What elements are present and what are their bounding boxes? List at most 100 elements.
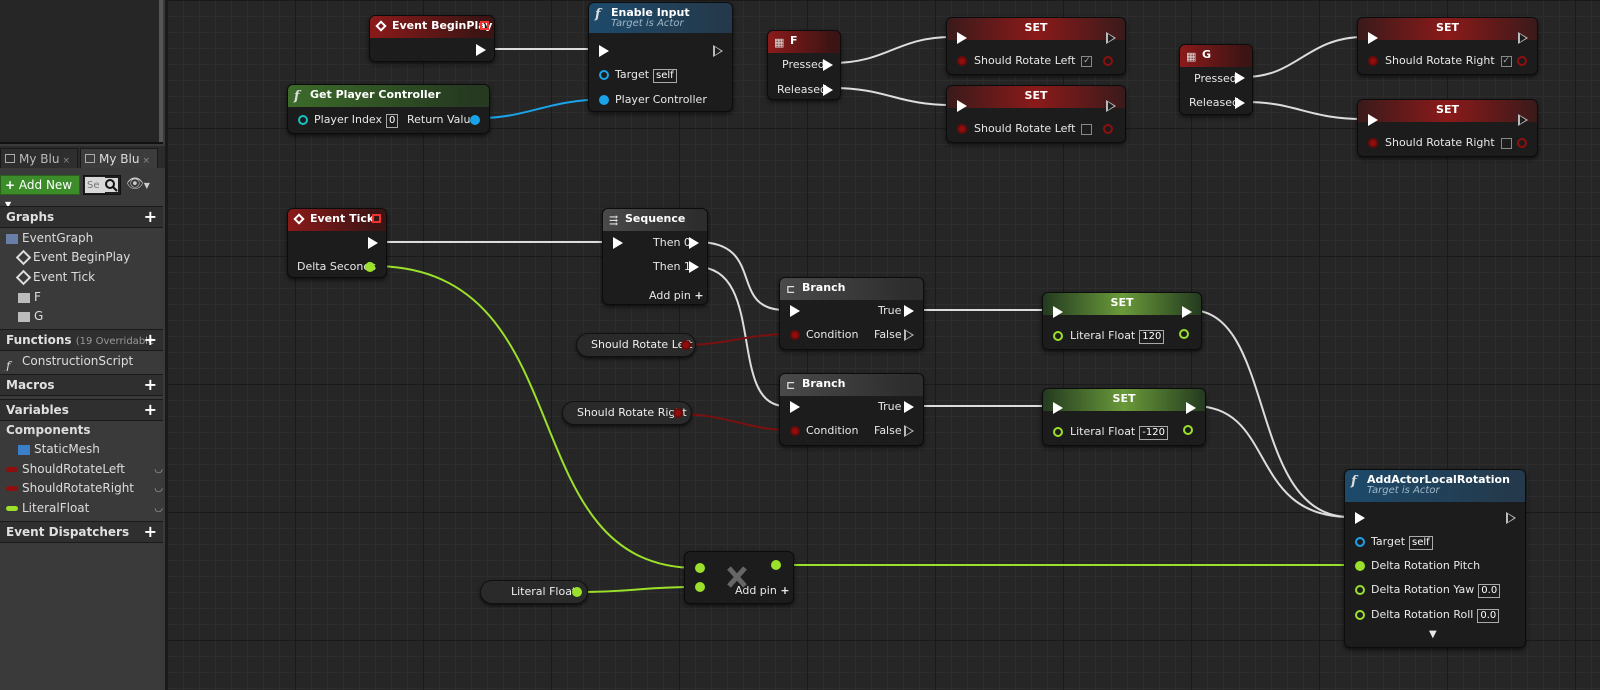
exec-out-pin[interactable] [1106,100,1116,112]
node-get-should-rotate-right[interactable]: Should Rotate Right [562,401,692,425]
exec-out-pin[interactable] [713,45,723,57]
tab-my-blueprint-2[interactable]: My Blu × [80,148,158,168]
components-category[interactable]: Components [0,421,169,440]
search-box[interactable] [83,175,121,195]
add-function-icon[interactable]: + [144,330,157,350]
exec-in-pin[interactable] [1368,32,1378,44]
exec-in-pin[interactable] [1355,512,1365,524]
exec-out-pin[interactable] [1186,402,1196,414]
graph-item-eventgraph[interactable]: EventGraph [0,229,169,248]
input-b-pin[interactable] [695,582,705,592]
then1-exec-pin[interactable] [689,261,699,273]
node-input-key-g[interactable]: ▦ G Pressed Released [1179,44,1253,115]
node-get-player-controller[interactable]: f Get Player Controller Player Index 0 Ret… [287,84,490,134]
component-item-staticmesh[interactable]: StaticMesh [0,440,181,459]
delta-seconds-pin[interactable] [365,262,375,272]
exec-in-pin[interactable] [1053,306,1063,318]
node-input-key-f[interactable]: ▦ F Pressed Released [767,30,841,100]
target-value[interactable]: self [653,69,677,83]
bool-in-pin[interactable] [957,124,967,134]
node-event-beginplay[interactable]: Event BeginPlay [369,15,495,62]
delegate-pin-icon[interactable] [372,214,381,223]
add-pin-button[interactable]: Add pin + [649,289,704,303]
graph-item-f[interactable]: F [0,288,181,307]
float-out-pin[interactable] [1179,329,1189,339]
pitch-pin[interactable] [1355,561,1365,571]
then0-exec-pin[interactable] [689,237,699,249]
player-controller-pin[interactable] [599,95,609,105]
exec-in-pin[interactable] [790,401,800,413]
node-set-should-rotate-right-false[interactable]: SET Should Rotate Right [1357,99,1538,157]
node-get-should-rotate-left[interactable]: Should Rotate Left [576,333,696,357]
true-exec-pin[interactable] [904,401,914,413]
bool-in-pin[interactable] [1368,138,1378,148]
player-index-pin[interactable] [298,115,308,125]
delegate-pin-icon[interactable] [480,21,489,30]
target-pin[interactable] [1355,537,1365,547]
graph-item-tick[interactable]: Event Tick [0,268,181,287]
float-out-pin[interactable] [572,587,582,597]
node-branch-right[interactable]: ⊏ Branch True Condition False [779,373,924,446]
section-macros[interactable]: Macros + [0,374,163,396]
exec-out-pin[interactable] [1518,114,1528,126]
chevron-icon[interactable]: ◡ [154,460,163,479]
add-graph-icon[interactable]: + [144,207,157,227]
target-value[interactable]: self [1409,536,1433,550]
result-pin[interactable] [771,560,781,570]
exec-in-pin[interactable] [613,237,623,249]
player-index-value[interactable]: 0 [386,114,399,128]
true-exec-pin[interactable] [904,305,914,317]
bool-checkbox[interactable]: ✓ [1500,55,1512,67]
node-enable-input[interactable]: f Enable Input Target is Actor Target self … [588,2,733,112]
pressed-exec-pin[interactable] [1235,72,1245,84]
node-set-should-rotate-left-true[interactable]: SET Should Rotate Left ✓ [946,17,1126,75]
expand-arrow-icon[interactable]: ▼ [1429,628,1437,642]
condition-pin[interactable] [790,426,800,436]
bool-out-pin[interactable] [1103,56,1113,66]
float-value[interactable]: -120 [1139,426,1168,440]
node-get-literal-float[interactable]: Literal Float [480,580,588,604]
return-value-pin[interactable] [470,115,480,125]
node-set-literal-float-120[interactable]: SET Literal Float 120 [1042,292,1202,350]
yaw-pin[interactable] [1355,585,1365,595]
bool-in-pin[interactable] [957,56,967,66]
roll-pin[interactable] [1355,610,1365,620]
view-options-button[interactable]: 👁▼ [126,177,156,193]
chevron-icon[interactable]: ◡ [154,499,163,518]
false-exec-pin[interactable] [904,425,914,437]
exec-in-pin[interactable] [957,100,967,112]
node-set-literal-float-minus120[interactable]: SET Literal Float -120 [1042,388,1206,446]
bool-out-pin[interactable] [673,408,683,418]
chevron-icon[interactable]: ◡ [154,479,163,498]
tab-my-blueprint-1[interactable]: My Blu × [0,148,78,168]
exec-out-pin[interactable] [1506,512,1516,524]
yaw-value[interactable]: 0.0 [1478,584,1501,598]
bool-in-pin[interactable] [1368,56,1378,66]
scrollbar[interactable] [159,0,163,142]
pressed-exec-pin[interactable] [823,59,833,71]
section-event-dispatchers[interactable]: Event Dispatchers + [0,521,163,543]
add-macro-icon[interactable]: + [144,375,157,395]
bool-out-pin[interactable] [1103,124,1113,134]
node-set-should-rotate-left-false[interactable]: SET Should Rotate Left [946,85,1126,143]
float-value[interactable]: 120 [1139,330,1165,344]
variable-item-shouldrotateleft[interactable]: ShouldRotateLeft ◡ [0,460,169,479]
close-icon[interactable]: × [62,156,70,166]
node-add-actor-local-rotation[interactable]: f AddActorLocalRotation Target is Actor Ta… [1344,469,1526,648]
graph-item-g[interactable]: G [0,307,181,326]
bool-out-pin[interactable] [1517,56,1527,66]
node-sequence[interactable]: ⇶ Sequence Then 0 Then 1 Add pin + [602,208,708,305]
node-event-tick[interactable]: Event Tick Delta Seconds [287,208,387,278]
released-exec-pin[interactable] [823,84,833,96]
add-dispatcher-icon[interactable]: + [144,522,157,542]
float-in-pin[interactable] [1053,331,1063,341]
exec-in-pin[interactable] [1368,114,1378,126]
variable-item-shouldrotateright[interactable]: ShouldRotateRight ◡ [0,479,169,498]
search-icon[interactable] [104,178,118,192]
variable-item-literalfloat[interactable]: LiteralFloat ◡ [0,499,169,518]
exec-out-pin[interactable] [476,44,486,56]
bool-checkbox[interactable] [1081,123,1093,135]
exec-out-pin[interactable] [368,237,378,249]
add-pin-button[interactable]: Add pin + [735,584,790,598]
exec-in-pin[interactable] [599,45,609,57]
